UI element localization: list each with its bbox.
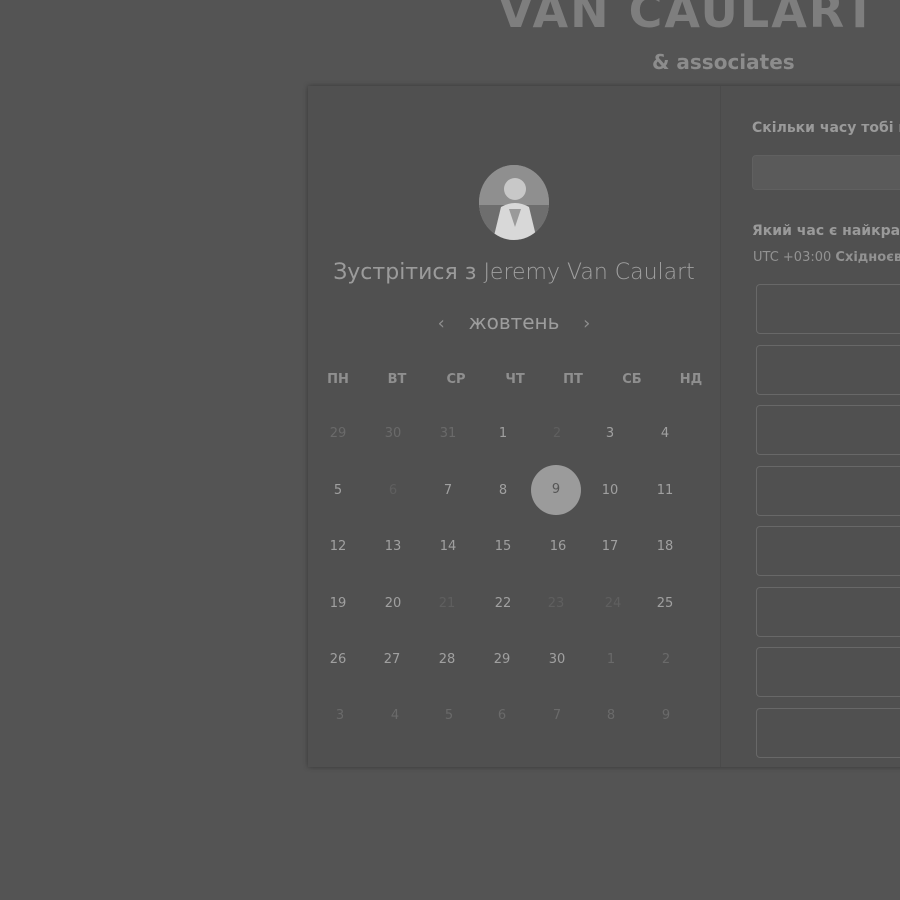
calendar-day: 2 (661, 652, 671, 667)
booking-card: Зустрітися з Jeremy Van Caulart ‹ жовтен… (308, 86, 900, 767)
calendar-day[interactable]: 28 (427, 640, 467, 680)
selected-calendar-day[interactable]: 9 (531, 465, 581, 515)
calendar-day: 7 (552, 708, 562, 723)
time-slot-button[interactable] (756, 466, 900, 516)
calendar-day[interactable]: 10 (590, 471, 630, 511)
calendar-day[interactable]: 3 (590, 414, 630, 454)
previous-month-icon[interactable]: ‹ (430, 313, 452, 334)
weekday-sat: СБ (622, 372, 642, 387)
calendar-day[interactable]: 5 (318, 471, 358, 511)
calendar-day[interactable]: 29 (482, 640, 522, 680)
time-slot-button[interactable] (756, 647, 900, 697)
weekday-sun: НД (679, 372, 703, 387)
calendar-panel: Зустрітися з Jeremy Van Caulart ‹ жовтен… (308, 86, 720, 767)
calendar-day[interactable]: 12 (318, 527, 358, 567)
host-name: Jeremy Van Caulart (483, 260, 695, 285)
time-slot-button[interactable] (756, 708, 900, 758)
calendar-day: 23 (547, 596, 565, 611)
weekday-mon: ПН (327, 372, 349, 387)
calendar-day: 21 (438, 596, 456, 611)
time-question: Який час є найкращ (752, 223, 900, 239)
calendar-day[interactable]: 13 (373, 527, 413, 567)
calendar-day: 31 (439, 426, 457, 441)
calendar-day[interactable]: 20 (373, 584, 413, 624)
brand-logo: VAN CAULART (498, 0, 878, 38)
calendar-day[interactable]: 7 (428, 471, 468, 511)
calendar-day[interactable]: 14 (428, 527, 468, 567)
weekday-fri: ПТ (563, 372, 583, 387)
time-slot-button[interactable] (756, 405, 900, 455)
weekday-tue: ВТ (387, 372, 407, 387)
host-avatar (479, 165, 549, 240)
calendar-day[interactable]: 19 (318, 584, 358, 624)
calendar-day: 6 (388, 483, 398, 498)
brand-tagline: & associates (652, 50, 795, 74)
calendar-day[interactable]: 1 (483, 414, 523, 454)
calendar-day: 2 (552, 426, 562, 441)
calendar-day: 6 (497, 708, 507, 723)
meeting-title-prefix: Зустрітися з (333, 260, 477, 285)
calendar-day[interactable]: 16 (538, 527, 578, 567)
calendar-day[interactable]: 22 (483, 584, 523, 624)
calendar-day: 5 (444, 708, 454, 723)
calendar-day[interactable]: 4 (645, 414, 685, 454)
calendar-day[interactable]: 25 (645, 584, 685, 624)
calendar-day: 24 (604, 596, 622, 611)
meeting-title: Зустрітися з Jeremy Van Caulart (308, 260, 720, 285)
duration-question: Скільки часу тобі п (752, 120, 900, 136)
time-slot-button[interactable] (756, 284, 900, 334)
time-slot-button[interactable] (756, 526, 900, 576)
duration-select[interactable] (752, 155, 900, 190)
schedule-panel: Скільки часу тобі п Який час є найкращ U… (721, 86, 900, 767)
calendar-day[interactable]: 8 (483, 471, 523, 511)
timezone-offset: UTC +03:00 (753, 250, 832, 265)
month-navigation: ‹ жовтень › (308, 310, 720, 334)
calendar-day[interactable]: 27 (372, 640, 412, 680)
calendar-day[interactable]: 17 (590, 527, 630, 567)
calendar-day: 30 (384, 426, 402, 441)
calendar-day: 4 (390, 708, 400, 723)
weekday-thu: ЧТ (505, 372, 525, 387)
time-slot-button[interactable] (756, 587, 900, 637)
calendar-day[interactable]: 11 (645, 471, 685, 511)
calendar-day: 9 (661, 708, 671, 723)
calendar-day[interactable]: 26 (318, 640, 358, 680)
calendar-day[interactable]: 15 (483, 527, 523, 567)
month-label: жовтень (468, 310, 560, 334)
time-slot-button[interactable] (756, 345, 900, 395)
timezone-label: UTC +03:00 Східноєвр (753, 250, 900, 265)
calendar-day[interactable]: 18 (645, 527, 685, 567)
calendar-day: 3 (335, 708, 345, 723)
next-month-icon[interactable]: › (576, 313, 598, 334)
calendar-day: 8 (606, 708, 616, 723)
timezone-name: Східноєвр (835, 250, 900, 265)
calendar-day: 1 (606, 652, 616, 667)
weekday-wed: СР (446, 372, 466, 387)
calendar-day[interactable]: 30 (537, 640, 577, 680)
calendar-day: 29 (329, 426, 347, 441)
